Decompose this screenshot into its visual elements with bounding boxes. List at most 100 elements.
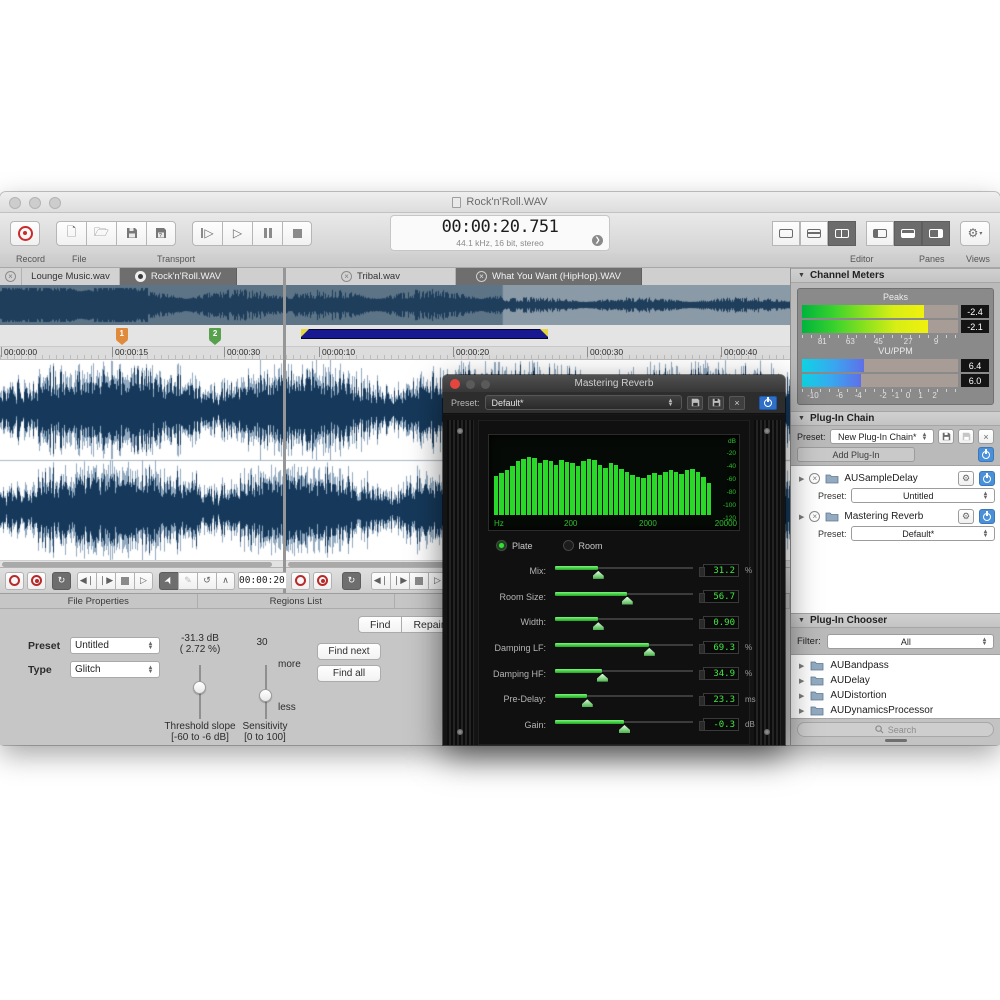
disclosure-triangle-icon[interactable]: ▶ — [799, 475, 804, 483]
close-window-button[interactable] — [450, 379, 460, 389]
overview-waveform-canvas[interactable] — [286, 285, 790, 325]
find-all-button[interactable]: Find all — [317, 665, 381, 682]
slider-thumb[interactable] — [593, 622, 604, 630]
left-time-ruler[interactable]: 00:00:00 00:00:15 00:00:30 — [0, 347, 283, 360]
tab-regions-list[interactable]: Regions List — [198, 594, 396, 608]
minimize-window-button[interactable] — [29, 197, 41, 209]
filter-dropdown[interactable]: All ▲▼ — [827, 634, 994, 649]
envelope-tool-button[interactable]: ∧ — [216, 572, 235, 590]
tab-rocknroll[interactable]: Rock'n'Roll.WAV — [120, 268, 237, 285]
chain-item-mastering-reverb[interactable]: ▶ × Mastering Reverb ⚙ — [791, 507, 1000, 526]
plugin-chain-header[interactable]: ▼ Plug-In Chain — [791, 411, 1000, 426]
selection-range-bar[interactable] — [301, 329, 548, 339]
play-button-small[interactable]: ▷ — [134, 572, 153, 590]
preset-dropdown[interactable]: Untitled ▲▼ — [70, 637, 160, 654]
chain-preset-dropdown[interactable]: New Plug-In Chain* ▲▼ — [830, 429, 934, 444]
plugin-preset-dropdown[interactable]: Default* ▲▼ — [485, 395, 682, 410]
tab-file-properties[interactable]: File Properties — [0, 594, 198, 608]
record-arm-button[interactable] — [5, 572, 24, 590]
chooser-item[interactable]: ▶AUDistortion — [791, 688, 1000, 703]
slider-thumb[interactable] — [593, 571, 604, 579]
tab-close-button[interactable]: × — [0, 268, 22, 285]
chain-save-as-button[interactable] — [958, 429, 974, 444]
left-marker-strip[interactable]: 1 2 — [0, 325, 283, 347]
left-waveform[interactable] — [0, 360, 283, 560]
chooser-item[interactable]: ▶AUBandpass — [791, 658, 1000, 673]
panel-resize-handle[interactable] — [885, 739, 907, 742]
left-overview-strip[interactable] — [0, 285, 283, 325]
marker-1[interactable]: 1 — [116, 328, 128, 340]
width-slider[interactable] — [555, 614, 693, 630]
damping-hf-slider[interactable] — [555, 666, 693, 682]
search-input[interactable]: Search — [797, 722, 994, 737]
tab-lounge-music[interactable]: Lounge Music.wav — [22, 268, 120, 285]
slider-thumb[interactable] — [644, 648, 655, 656]
play-button[interactable]: ▷ — [222, 221, 252, 246]
close-window-button[interactable] — [9, 197, 21, 209]
plugin-preset-dropdown[interactable]: Default* ▲▼ — [851, 526, 995, 541]
plate-radio[interactable]: Plate — [496, 540, 533, 551]
open-file-button[interactable]: 🗁 — [86, 221, 116, 246]
plugin-power-button[interactable] — [759, 396, 777, 410]
slider-thumb[interactable] — [622, 597, 633, 605]
preset-save-as-button[interactable] — [708, 396, 724, 410]
chain-save-button[interactable] — [938, 429, 954, 444]
stop-button-small[interactable] — [115, 572, 134, 590]
go-end-button[interactable]: ❘▶ — [96, 572, 115, 590]
record-arm-button[interactable] — [291, 572, 310, 590]
pencil-tool-button[interactable]: ✎ — [178, 572, 197, 590]
chain-delete-button[interactable]: × — [978, 429, 994, 444]
select-tool-button[interactable]: ➤ — [159, 572, 178, 590]
pane-right-toggle[interactable] — [922, 221, 950, 246]
new-file-button[interactable]: 🗋 — [56, 221, 86, 246]
loop-button[interactable]: ↻ — [342, 572, 361, 590]
type-dropdown[interactable]: Glitch ▲▼ — [70, 661, 160, 678]
time-options-icon[interactable]: ❯ — [592, 235, 603, 246]
mix-slider[interactable] — [555, 563, 693, 579]
record-button[interactable] — [10, 221, 40, 246]
right-time-ruler[interactable]: 00:00:10 00:00:20 00:00:30 00:00:40 — [286, 347, 790, 360]
loop-tool-button[interactable]: ↺ — [197, 572, 216, 590]
editor-single-view-button[interactable] — [772, 221, 800, 246]
room-radio[interactable]: Room — [563, 540, 603, 551]
damping-lf-slider[interactable] — [555, 640, 693, 656]
go-end-button[interactable]: ❘▶ — [390, 572, 409, 590]
sensitivity-slider-thumb[interactable] — [259, 689, 272, 702]
tab-what-you-want[interactable]: × What You Want (HipHop).WAV — [456, 268, 642, 285]
plugin-power-button[interactable] — [979, 471, 995, 486]
plugin-power-button[interactable] — [979, 509, 995, 524]
views-button[interactable]: ⚙▾ — [960, 221, 990, 246]
record-start-button[interactable] — [27, 572, 46, 590]
chooser-item[interactable]: ▶AUDelay — [791, 673, 1000, 688]
plugin-settings-button[interactable]: ⚙ — [958, 509, 974, 524]
preset-save-button[interactable] — [687, 396, 703, 410]
slider-thumb[interactable] — [597, 674, 608, 682]
zoom-window-button[interactable] — [481, 380, 490, 389]
plugin-settings-button[interactable]: ⚙ — [958, 471, 974, 486]
save-as-button[interactable]: ? — [146, 221, 176, 246]
pane-bottom-toggle[interactable] — [894, 221, 922, 246]
plugin-preset-dropdown[interactable]: Untitled ▲▼ — [851, 488, 995, 503]
slider-thumb[interactable] — [619, 725, 630, 733]
save-button[interactable] — [116, 221, 146, 246]
slider-thumb[interactable] — [582, 699, 593, 707]
plugin-titlebar[interactable]: Mastering Reverb — [443, 375, 785, 392]
stop-button-small[interactable] — [409, 572, 428, 590]
find-next-button[interactable]: Find next — [317, 643, 381, 660]
play-from-start-button[interactable]: ▷ — [192, 221, 222, 246]
gain-slider[interactable] — [555, 717, 693, 733]
go-start-button[interactable]: ◀❘ — [77, 572, 96, 590]
preset-delete-button[interactable]: × — [729, 396, 745, 410]
channel-meters-header[interactable]: ▼ Channel Meters — [791, 268, 1000, 283]
editor-vsplit-view-button[interactable] — [828, 221, 856, 246]
room-size-slider[interactable] — [555, 589, 693, 605]
chain-power-button[interactable] — [978, 447, 994, 462]
marker-2[interactable]: 2 — [209, 328, 221, 340]
add-plugin-button[interactable]: Add Plug-In — [797, 447, 915, 462]
plugin-chooser-header[interactable]: ▼ Plug-In Chooser — [791, 613, 1000, 628]
disclosure-triangle-icon[interactable]: ▶ — [799, 513, 804, 521]
pane-left-toggle[interactable] — [866, 221, 894, 246]
chain-item-ausampledelay[interactable]: ▶ × AUSampleDelay ⚙ — [791, 469, 1000, 488]
waveform-canvas[interactable] — [0, 360, 283, 560]
remove-plugin-icon[interactable]: × — [809, 473, 820, 484]
